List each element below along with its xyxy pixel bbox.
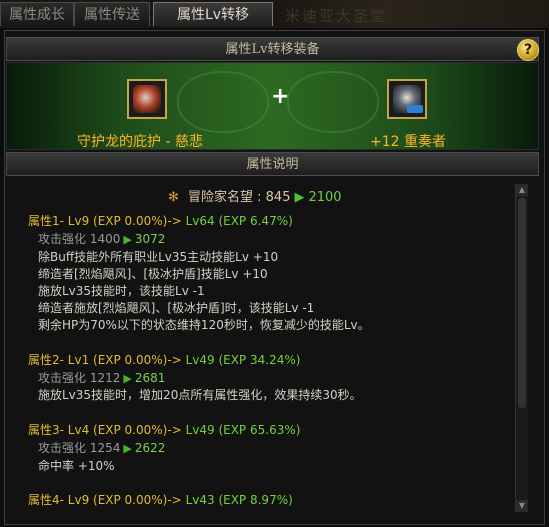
background-title: 米迪亚大圣堂 — [285, 7, 388, 25]
scroll-up-icon[interactable]: ▲ — [516, 184, 528, 196]
description-scrollbar[interactable]: ▲ ▼ — [515, 184, 528, 512]
reputation-to: 2100 — [308, 190, 342, 205]
rune-decoration-icon — [287, 71, 379, 133]
tab-attribute-growth[interactable]: 属性成长 — [0, 2, 74, 26]
tab-attribute-transfer[interactable]: 属性传送 — [74, 2, 150, 26]
strength-from: 1254 — [89, 441, 121, 455]
strength-to: 3072 — [134, 232, 166, 246]
reputation-line: ✻ 冒险家名望 : 845 ▶ 2100 — [168, 186, 342, 205]
attribute-2-target: Lv49 (EXP 34.24%) — [185, 353, 301, 367]
armor-icon — [133, 85, 161, 113]
attribute-1-effect: 缔造者施放[烈焰飓风]、[极冰护盾]时，该技能Lv -1 — [38, 301, 315, 315]
target-item-name: +12 重奏者 — [370, 134, 446, 150]
attribute-2-current: 属性2- Lv1 (EXP 0.00%)-> — [28, 353, 182, 367]
rune-decoration-icon — [177, 71, 269, 133]
target-item-slot[interactable] — [387, 79, 427, 119]
strength-from: 1400 — [89, 232, 121, 246]
attribute-2-header: 属性2- Lv1 (EXP 0.00%)-> Lv49 (EXP 34.24%) — [28, 351, 300, 368]
help-icon[interactable]: ? — [517, 39, 539, 61]
reputation-from: 845 — [265, 190, 291, 205]
attribute-1-effect: 除Buff技能外所有职业Lv35主动技能Lv +10 — [38, 250, 279, 264]
attribute-1-effect: 缔造者[烈焰飓风]、[极冰护盾]技能Lv +10 — [38, 267, 268, 281]
arrow-right-icon: ▶ — [123, 233, 132, 246]
attribute-2-strength: 攻击强化 1212 ▶ 2681 — [38, 369, 165, 386]
strength-label: 攻击强化 — [38, 232, 87, 246]
strength-to: 2681 — [134, 371, 166, 385]
attribute-3-header: 属性3- Lv4 (EXP 0.00%)-> Lv49 (EXP 65.63%) — [28, 421, 300, 438]
attribute-3-target: Lv49 (EXP 65.63%) — [185, 423, 301, 437]
background-title-decoration: 米迪亚大圣堂 — [275, 0, 549, 28]
source-item-slot[interactable] — [127, 79, 167, 119]
scroll-down-icon[interactable]: ▼ — [516, 500, 528, 512]
attribute-1-strength: 攻击强化 1400 ▶ 3072 — [38, 230, 165, 247]
strength-to: 2622 — [134, 441, 166, 455]
attribute-1-effect: 剩余HP为70%以下的状态维持120秒时，恢复减少的技能Lv。 — [38, 318, 370, 332]
attribute-4-target: Lv43 (EXP 8.97%) — [185, 493, 293, 507]
attribute-3-effect: 命中率 +10% — [38, 459, 115, 473]
strength-label: 攻击强化 — [38, 371, 87, 385]
reputation-icon: ✻ — [168, 190, 179, 205]
tab-strip: 米迪亚大圣堂 属性成长 属性传送 属性Lv转移 — [0, 0, 549, 28]
arrow-right-icon: ▶ — [294, 190, 305, 205]
attribute-3-current: 属性3- Lv4 (EXP 0.00%)-> — [28, 423, 182, 437]
source-item-name: 守护龙的庇护 - 慈悲 — [77, 134, 203, 150]
attribute-4-current: 属性4- Lv9 (EXP 0.00%)-> — [28, 493, 182, 507]
attribute-2-effect: 施放Lv35技能时，增加20点所有属性强化，效果持续30秒。 — [38, 388, 362, 402]
item-badge-icon — [407, 105, 423, 113]
arrow-right-icon: ▶ — [123, 442, 132, 455]
attribute-1-header: 属性1- Lv9 (EXP 0.00%)-> Lv64 (EXP 6.47%) — [28, 212, 293, 229]
attribute-3-strength: 攻击强化 1254 ▶ 2622 — [38, 439, 165, 456]
attribute-1-current: 属性1- Lv9 (EXP 0.00%)-> — [28, 214, 182, 228]
attribute-1-effect: 施放Lv35技能时，该技能Lv -1 — [38, 284, 205, 298]
strength-from: 1212 — [89, 371, 121, 385]
scroll-thumb[interactable] — [518, 198, 526, 408]
arrow-right-icon: ▶ — [123, 372, 132, 385]
attribute-4-header: 属性4- Lv9 (EXP 0.00%)-> Lv43 (EXP 8.97%) — [28, 491, 293, 508]
reputation-label: 冒险家名望 : — [188, 190, 262, 205]
attribute-1-target: Lv64 (EXP 6.47%) — [185, 214, 293, 228]
transfer-section-header: 属性Lv转移装备 — [6, 37, 539, 61]
description-section-header: 属性说明 — [6, 152, 539, 176]
tab-attribute-lv-transfer[interactable]: 属性Lv转移 — [153, 2, 273, 26]
strength-label: 攻击强化 — [38, 441, 87, 455]
plus-icon: + — [271, 84, 290, 109]
